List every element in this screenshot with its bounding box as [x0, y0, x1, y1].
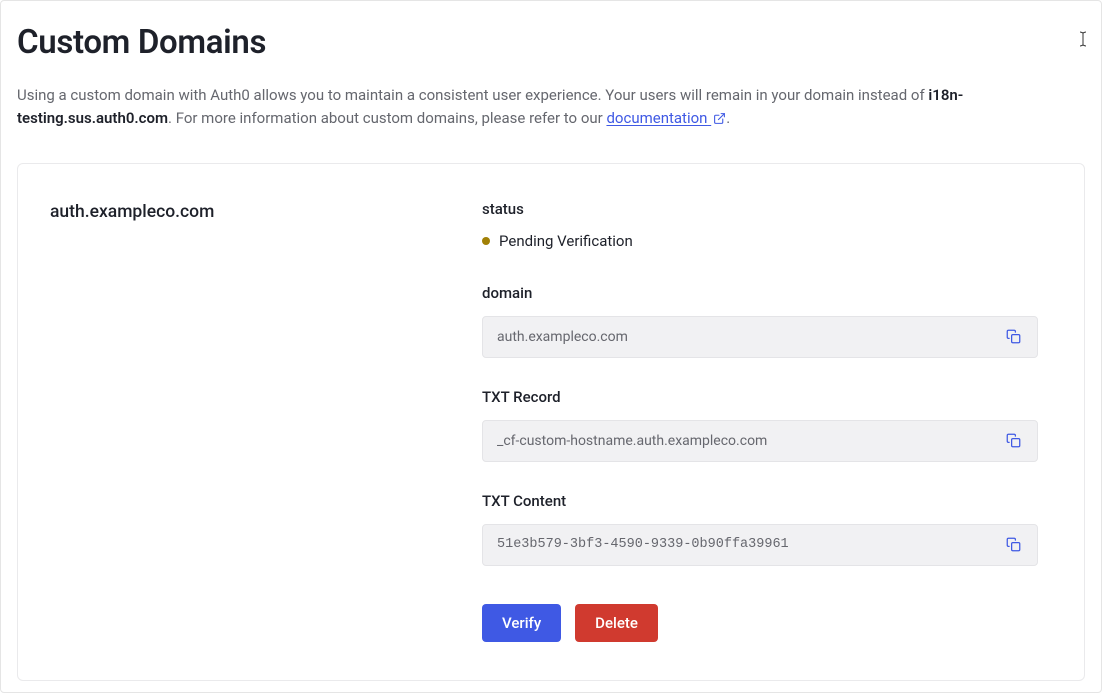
domain-card: auth.exampleco.com status Pending Verifi… — [17, 163, 1085, 681]
domain-field: auth.exampleco.com — [482, 316, 1038, 358]
domain-card-right: status Pending Verification domain auth.… — [482, 200, 1038, 642]
txt-record-field-label: TXT Record — [482, 388, 1038, 406]
copy-txt-record-button[interactable] — [999, 427, 1027, 455]
status-label: status — [482, 200, 1038, 218]
copy-icon — [1006, 329, 1021, 344]
copy-domain-button[interactable] — [999, 323, 1027, 351]
domain-field-group: domain auth.exampleco.com — [482, 284, 1038, 358]
external-link-icon — [713, 112, 726, 125]
domain-field-value: auth.exampleco.com — [497, 329, 999, 345]
documentation-link[interactable]: documentation — [606, 109, 726, 127]
txt-record-field: _cf-custom-hostname.auth.exampleco.com — [482, 420, 1038, 462]
page-title: Custom Domains — [17, 23, 1085, 62]
txt-content-field: 51e3b579-3bf3-4590-9339-0b90ffa39961 — [482, 524, 1038, 566]
domain-name-title: auth.exampleco.com — [50, 202, 450, 222]
copy-txt-content-button[interactable] — [999, 531, 1027, 559]
documentation-link-label: documentation — [606, 109, 707, 127]
delete-button[interactable]: Delete — [575, 604, 658, 642]
txt-content-field-label: TXT Content — [482, 492, 1038, 510]
description-mid: . For more information about custom doma… — [168, 109, 606, 127]
status-text: Pending Verification — [499, 232, 633, 250]
status-dot-icon — [482, 237, 490, 245]
actions-row: Verify Delete — [482, 604, 1038, 642]
txt-content-field-group: TXT Content 51e3b579-3bf3-4590-9339-0b90… — [482, 492, 1038, 566]
copy-icon — [1006, 433, 1021, 448]
txt-record-field-group: TXT Record _cf-custom-hostname.auth.exam… — [482, 388, 1038, 462]
txt-record-field-value: _cf-custom-hostname.auth.exampleco.com — [497, 433, 999, 449]
description-pre: Using a custom domain with Auth0 allows … — [17, 86, 928, 104]
txt-content-field-value: 51e3b579-3bf3-4590-9339-0b90ffa39961 — [497, 537, 999, 552]
domain-card-left: auth.exampleco.com — [50, 200, 450, 642]
copy-icon — [1006, 537, 1021, 552]
domain-field-label: domain — [482, 284, 1038, 302]
status-row: Pending Verification — [482, 232, 1038, 250]
description-end: . — [726, 109, 730, 127]
page-description: Using a custom domain with Auth0 allows … — [17, 84, 1085, 131]
verify-button[interactable]: Verify — [482, 604, 561, 642]
